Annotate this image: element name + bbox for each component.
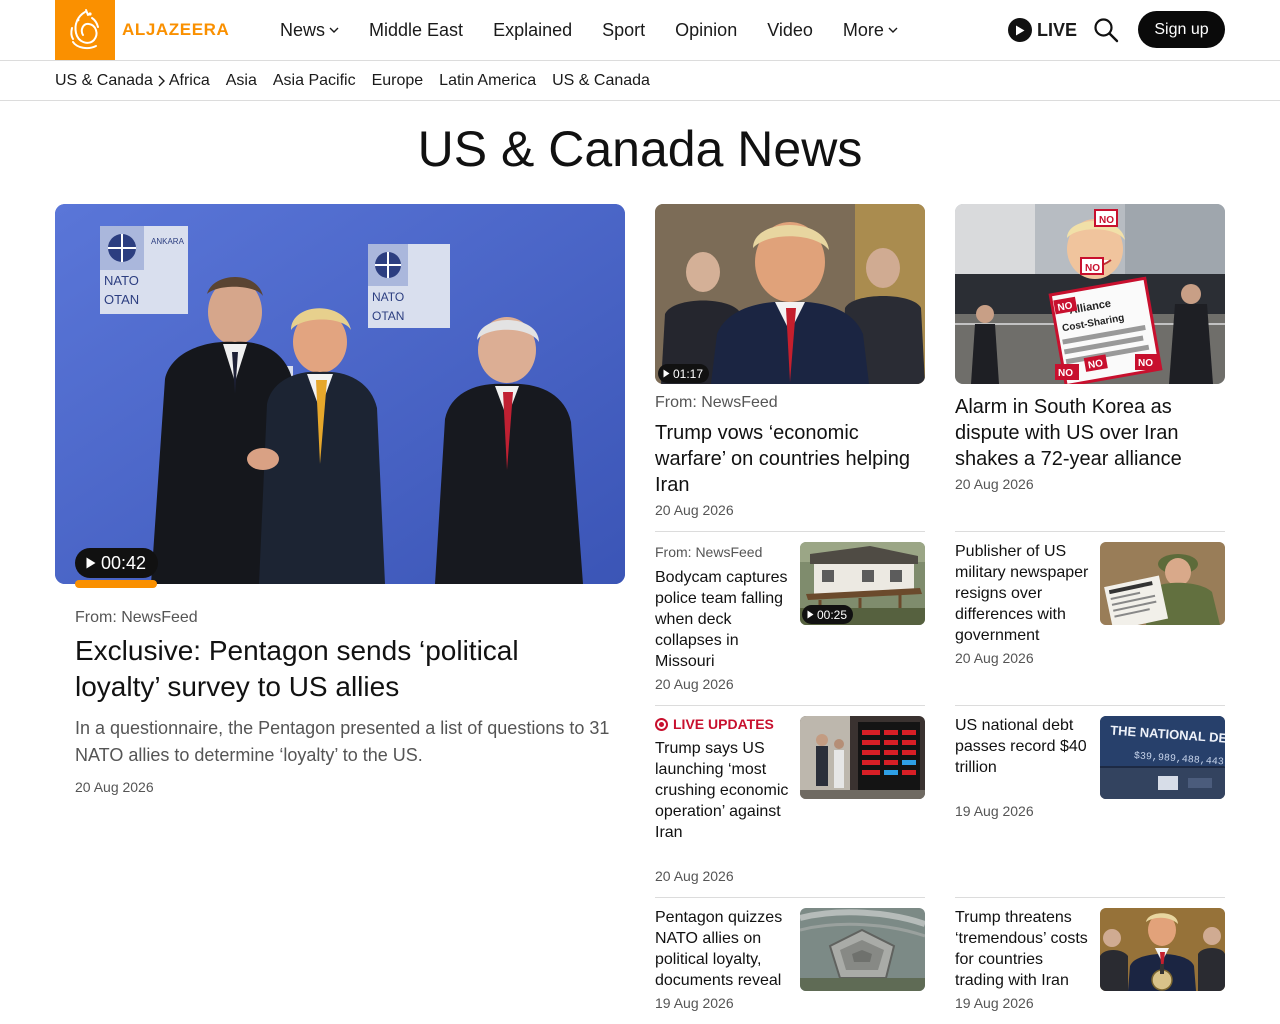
live-button[interactable]: LIVE (1008, 16, 1077, 44)
main-nav: News Middle East Explained Sport Opinion… (280, 0, 928, 60)
nav-label: Video (767, 19, 813, 40)
video-duration-badge[interactable]: 00:25 (802, 605, 854, 624)
video-duration-badge[interactable]: 00:42 (75, 548, 159, 578)
article-source: From: NewsFeed (655, 394, 778, 411)
video-progress-bar (75, 580, 157, 588)
article-thumbnail[interactable] (1100, 542, 1225, 625)
nav-item-explained[interactable]: Explained (493, 20, 572, 41)
article-thumbnail[interactable]: THE NATIONAL DEBT $39,989,488,443,782 (1100, 716, 1225, 799)
article-thumbnail[interactable] (800, 716, 925, 799)
article-date: 19 Aug 2026 (955, 803, 1034, 819)
sign-up-button[interactable]: Sign up (1138, 11, 1225, 48)
svg-text:NO: NO (1085, 263, 1100, 274)
article-image[interactable] (655, 204, 925, 384)
article-headline[interactable]: Pentagon quizzes NATO allies on politica… (655, 907, 795, 991)
search-icon[interactable] (1093, 17, 1119, 43)
nav-item-middle-east[interactable]: Middle East (369, 20, 463, 41)
article-headline[interactable]: US national debt passes record $40 trill… (955, 715, 1095, 778)
divider (955, 705, 1225, 706)
sign-otan-text: OTAN (104, 292, 139, 307)
site-header: ALJAZEERA News Middle East Explained Spo… (0, 0, 1280, 61)
article-date: 20 Aug 2026 (655, 868, 734, 884)
nav-label: Explained (493, 19, 573, 40)
article-thumbnail[interactable] (800, 908, 925, 991)
nav-item-video[interactable]: Video (767, 20, 813, 41)
nav-item-more[interactable]: More (843, 20, 898, 41)
article-headline[interactable]: Publisher of US military newspaper resig… (955, 541, 1095, 646)
article-headline[interactable]: Trump threatens ‘tremendous’ costs for c… (955, 907, 1095, 991)
article-date: 20 Aug 2026 (955, 650, 1034, 666)
live-label: LIVE (1037, 19, 1078, 40)
hero-image[interactable]: ANKARA NATO OTAN NATO OTAN NATO (55, 204, 625, 584)
article-source: From: NewsFeed (75, 609, 198, 626)
article-date: 20 Aug 2026 (655, 502, 734, 518)
article-date: 20 Aug 2026 (75, 779, 154, 795)
site-logo[interactable]: ALJAZEERA (55, 0, 229, 60)
divider (955, 897, 1225, 898)
breadcrumb-label: US & Canada (55, 71, 153, 89)
nav-label: More (842, 19, 884, 40)
hero-summary: In a questionnaire, the Pentagon present… (75, 718, 610, 765)
nav-label: Opinion (675, 19, 738, 40)
article-date: 20 Aug 2026 (655, 676, 734, 692)
live-dot-icon (655, 717, 668, 731)
logo-wordmark: ALJAZEERA (122, 20, 230, 39)
subnav-item-asia-pacific[interactable]: Asia Pacific (273, 72, 356, 90)
svg-text:NATO: NATO (372, 290, 404, 304)
article-source: From: NewsFeed (655, 544, 763, 560)
subnav-item-us-canada[interactable]: US & Canada (552, 72, 650, 90)
article-date: 19 Aug 2026 (955, 995, 1034, 1011)
video-duration-badge[interactable]: 01:17 (658, 364, 710, 383)
sign-ankara-text: ANKARA (151, 237, 185, 246)
nav-item-news[interactable]: News (280, 20, 339, 41)
nav-label: Middle East (369, 19, 464, 40)
live-updates-text: LIVE UPDATES (673, 716, 774, 732)
sign-nato-text: NATO (104, 273, 139, 288)
nav-label: News (280, 19, 326, 40)
subnav-item-africa[interactable]: Africa (169, 72, 210, 90)
play-icon (663, 369, 670, 378)
chevron-down-icon (329, 27, 339, 33)
play-icon (807, 610, 814, 619)
divider (655, 705, 925, 706)
page-title: US & Canada News (417, 121, 863, 177)
article-headline[interactable]: Bodycam captures police team falling whe… (655, 567, 795, 672)
subnav-item-asia[interactable]: Asia (226, 72, 257, 90)
article-headline[interactable]: Trump vows ‘economic warfare’ on countri… (655, 420, 925, 498)
article-date: 19 Aug 2026 (655, 995, 734, 1011)
article-thumbnail[interactable] (1100, 908, 1225, 991)
chevron-down-icon (888, 27, 898, 33)
play-icon (1008, 18, 1032, 42)
live-updates-label: LIVE UPDATES (655, 716, 774, 732)
hero-headline[interactable]: Exclusive: Pentagon sends ‘political loy… (75, 633, 595, 705)
sign-no-text: NO (1099, 215, 1114, 226)
svg-text:NO: NO (1058, 368, 1073, 379)
svg-text:NO: NO (1138, 358, 1153, 369)
svg-text:OTAN: OTAN (372, 309, 404, 323)
subnav-item-europe[interactable]: Europe (372, 72, 424, 90)
divider (655, 531, 925, 532)
chevron-right-icon (158, 75, 165, 86)
region-subnav: US & Canada Africa Asia Asia Pacific Eur… (0, 61, 1280, 101)
article-image[interactable]: NO NO Alliance Cost-Sharing NO NO NO NO (955, 204, 1225, 384)
subnav-item-latin-america[interactable]: Latin America (439, 72, 536, 90)
logo-emblem-icon (55, 0, 115, 60)
article-date: 20 Aug 2026 (955, 476, 1034, 492)
article-headline[interactable]: Alarm in South Korea as dispute with US … (955, 394, 1225, 472)
nav-item-opinion[interactable]: Opinion (675, 20, 737, 41)
video-duration: 00:42 (101, 552, 147, 573)
video-duration: 00:25 (817, 607, 848, 622)
play-icon (86, 557, 96, 569)
nav-item-sport[interactable]: Sport (602, 20, 645, 41)
video-duration: 01:17 (673, 366, 704, 381)
nav-label: Sport (602, 19, 646, 40)
breadcrumb-current[interactable]: US & Canada (55, 72, 169, 90)
divider (955, 531, 1225, 532)
article-headline[interactable]: Trump says US launching ‘most crushing e… (655, 738, 795, 843)
divider (655, 897, 925, 898)
